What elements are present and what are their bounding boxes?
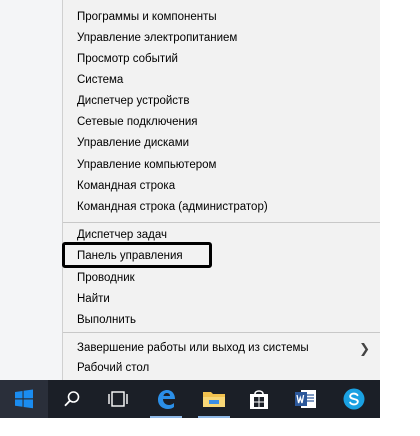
file-explorer-icon	[203, 392, 225, 407]
task-view-button[interactable]	[96, 380, 140, 418]
menu-separator	[63, 332, 380, 333]
edge-button[interactable]	[144, 380, 188, 418]
store-icon	[250, 390, 268, 409]
menu-item-file-explorer[interactable]: Проводник	[63, 268, 380, 289]
menu-item-command-prompt-admin[interactable]: Командная строка (администратор)	[63, 197, 380, 218]
winx-context-menu: Программы и компоненты Управление электр…	[62, 0, 380, 380]
menu-item-network-connections[interactable]: Сетевые подключения	[63, 112, 380, 133]
menu-item-system[interactable]: Система	[63, 70, 380, 91]
desktop-background	[0, 0, 62, 380]
word-button[interactable]	[284, 380, 328, 418]
skype-icon	[343, 388, 365, 410]
store-button[interactable]	[237, 380, 281, 418]
menu-item-desktop[interactable]: Рабочий стол	[63, 358, 380, 379]
menu-item-power-options[interactable]: Управление электропитанием	[63, 28, 380, 49]
menu-item-programs-features[interactable]: Программы и компоненты	[63, 7, 380, 28]
shutdown-label: Завершение работы или выход из системы	[77, 342, 309, 354]
menu-item-command-prompt[interactable]: Командная строка	[63, 176, 380, 197]
menu-item-disk-management[interactable]: Управление дисками	[63, 133, 380, 154]
taskbar	[0, 380, 380, 418]
menu-item-event-viewer[interactable]: Просмотр событий	[63, 49, 380, 70]
search-icon	[64, 391, 80, 407]
edge-icon	[158, 390, 175, 409]
menu-item-computer-management[interactable]: Управление компьютером	[63, 155, 380, 176]
desktop-background-right	[380, 0, 420, 380]
skype-button[interactable]	[332, 380, 376, 418]
menu-item-search[interactable]: Найти	[63, 289, 380, 310]
menu-separator	[63, 222, 380, 223]
bottom-margin	[0, 418, 420, 436]
word-icon	[295, 390, 316, 408]
menu-item-shutdown-signout[interactable]: Завершение работы или выход из системы ❯	[63, 338, 380, 359]
chevron-right-icon: ❯	[359, 341, 370, 356]
search-button[interactable]	[50, 380, 94, 418]
menu-item-run[interactable]: Выполнить	[63, 310, 380, 331]
windows-start-icon	[15, 389, 33, 409]
menu-item-device-manager[interactable]: Диспетчер устройств	[63, 91, 380, 112]
file-explorer-button[interactable]	[192, 380, 236, 418]
highlight-annotation-box	[62, 242, 212, 268]
taskbar-right-area	[380, 380, 420, 418]
task-view-icon	[108, 391, 128, 407]
start-button[interactable]	[0, 380, 48, 418]
